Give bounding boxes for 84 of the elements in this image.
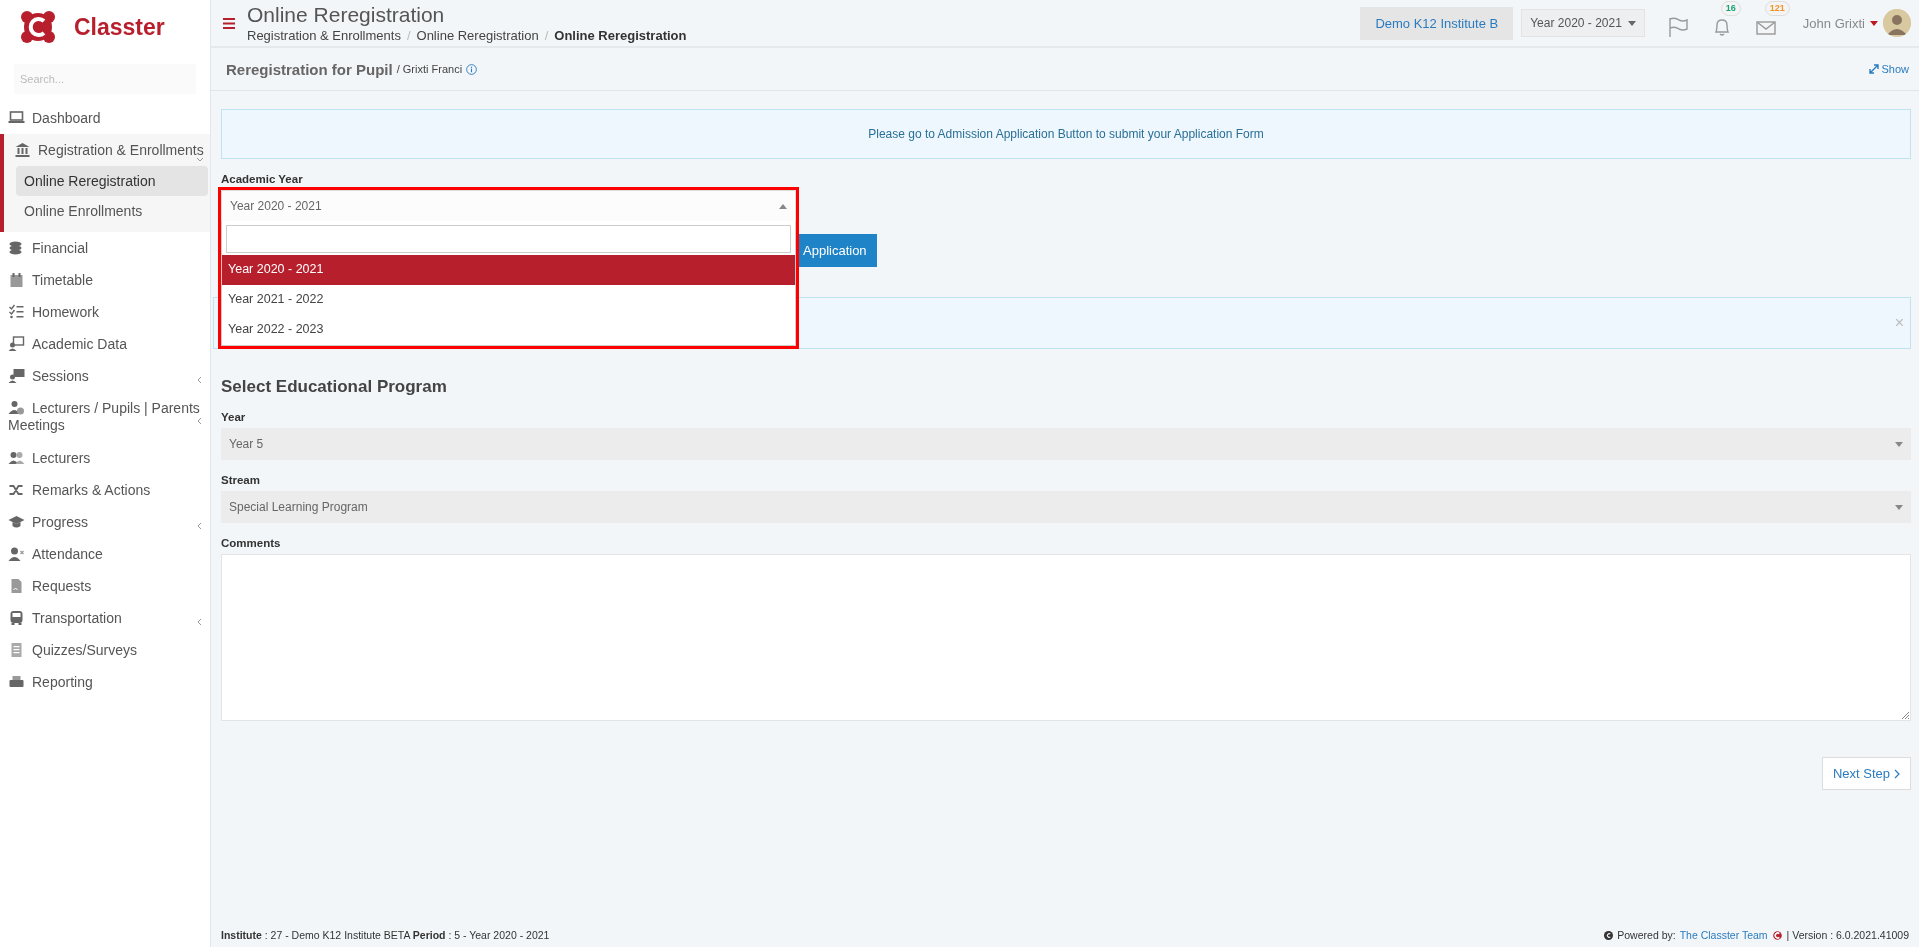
sidebar-item[interactable]: Lecturers xyxy=(0,442,210,474)
sidebar-subitem[interactable]: Online Reregistration xyxy=(16,166,208,196)
breadcrumb-link[interactable]: Registration & Enrollments xyxy=(247,27,401,43)
person-x-icon xyxy=(8,546,25,562)
printer-icon xyxy=(8,674,25,690)
select-field[interactable]: Year 5 xyxy=(221,428,1911,460)
year-dropdown[interactable]: Year 2020 - 2021 xyxy=(1521,9,1645,37)
caret-icon xyxy=(1895,504,1903,510)
sidebar-item[interactable]: Requests xyxy=(0,570,210,602)
breadcrumb-separator: / xyxy=(406,27,411,43)
sidebar-item[interactable]: Reporting xyxy=(0,666,210,698)
sidebar-item[interactable]: Lecturers / Pupils | Parents Meetings xyxy=(0,392,210,442)
chevron-left-icon xyxy=(196,618,204,626)
dropdown-option[interactable]: Year 2020 - 2021 xyxy=(222,255,795,285)
shuffle-icon xyxy=(8,482,25,498)
monitor-icon xyxy=(8,110,25,126)
select-field[interactable]: Special Learning Program xyxy=(221,491,1911,523)
page-title: Online Reregistration xyxy=(247,3,446,26)
presentation-icon xyxy=(8,336,25,352)
logo-icon xyxy=(20,9,56,45)
copyright-icon xyxy=(1604,930,1614,940)
next-step-button[interactable]: Next Step xyxy=(1821,757,1911,790)
chevron-left-icon xyxy=(196,522,204,530)
caret-icon xyxy=(1870,20,1878,26)
sidebar-item[interactable]: Registration & Enrollments xyxy=(4,134,210,166)
breadcrumb-link[interactable]: Online Reregistration xyxy=(554,27,687,43)
presentation-icon xyxy=(8,368,25,384)
powered-by-label: Powered by: xyxy=(1617,929,1676,941)
chevron-left-icon xyxy=(196,376,204,384)
people-icon xyxy=(8,450,25,466)
pupil-name: / Grixti Franci xyxy=(396,63,463,75)
caret-icon xyxy=(779,203,787,209)
breadcrumb-link[interactable]: Online Reregistration xyxy=(416,27,539,43)
info-icon[interactable] xyxy=(466,63,478,75)
dropdown-search-field[interactable] xyxy=(226,225,791,253)
checklist-icon xyxy=(8,304,25,320)
sidebar-item[interactable]: Remarks & Actions xyxy=(0,474,210,506)
breadcrumb-separator: / xyxy=(544,27,549,43)
sidebar-item[interactable]: Transportation xyxy=(0,602,210,634)
expand-icon xyxy=(1869,64,1880,74)
bank-icon xyxy=(14,142,31,158)
logo-text: Classter xyxy=(74,13,165,41)
sidebar-item[interactable]: Sessions xyxy=(0,360,210,392)
bus-icon xyxy=(8,610,25,626)
sidebar-item[interactable]: Timetable xyxy=(0,264,210,296)
sidebar-item[interactable]: Progress xyxy=(0,506,210,538)
version-text: | Version : 6.0.2021.41009 xyxy=(1786,929,1909,941)
dropdown-option[interactable]: Year 2022 - 2023 xyxy=(222,315,795,345)
caret-icon xyxy=(1895,441,1903,447)
sidebar-item[interactable]: Dashboard xyxy=(0,102,210,134)
field-label: Stream xyxy=(221,474,261,486)
flag-icon[interactable] xyxy=(1666,16,1689,38)
classter-team-link[interactable]: The Classter Team xyxy=(1679,929,1768,941)
avatar-icon[interactable] xyxy=(1883,9,1911,37)
chevron-down-icon xyxy=(196,156,204,164)
chevron-right-icon xyxy=(1894,768,1900,779)
search-field[interactable]: Search... xyxy=(14,64,196,94)
count-badge: 16 xyxy=(1720,1,1741,16)
dropdown-option[interactable]: Year 2021 - 2022 xyxy=(222,285,795,315)
resize-grip-icon xyxy=(1900,710,1910,720)
calendar-icon xyxy=(8,272,25,288)
sidebar-subitem[interactable]: Online Enrollments xyxy=(16,196,208,226)
field-label: Comments xyxy=(221,537,282,549)
institute-button[interactable]: Demo K12 Institute B xyxy=(1360,6,1514,40)
caret-icon xyxy=(1627,20,1636,26)
count-badge: 121 xyxy=(1764,1,1790,16)
show-link[interactable]: Show xyxy=(1869,63,1909,75)
info-message: Please go to Admission Application Button to submit your Application Form xyxy=(221,109,1911,159)
sidebar-item[interactable]: Homework xyxy=(0,296,210,328)
person-clock-icon xyxy=(8,400,25,416)
logo-icon xyxy=(1771,929,1783,941)
field-label: Academic Year xyxy=(221,173,304,185)
footer-info: Institute : 27 - Demo K12 Institute BETA Period : 5 - Year 2020 - 2021 xyxy=(221,929,550,941)
panel-title: Reregistration for Pupil xyxy=(226,60,393,78)
menu-icon[interactable] xyxy=(223,17,235,29)
field-label: Year xyxy=(221,411,247,423)
academic-year-select[interactable]: Year 2020 - 2021 xyxy=(221,190,796,222)
sidebar-item[interactable]: Quizzes/Surveys xyxy=(0,634,210,666)
graduation-cap-icon xyxy=(8,514,25,530)
chevron-left-icon xyxy=(196,417,204,425)
section-heading: Select Educational Program xyxy=(221,377,448,397)
sidebar-item[interactable]: Attendance xyxy=(0,538,210,570)
sidebar-item[interactable]: Academic Data xyxy=(0,328,210,360)
sidebar-item[interactable]: Financial xyxy=(0,232,210,264)
